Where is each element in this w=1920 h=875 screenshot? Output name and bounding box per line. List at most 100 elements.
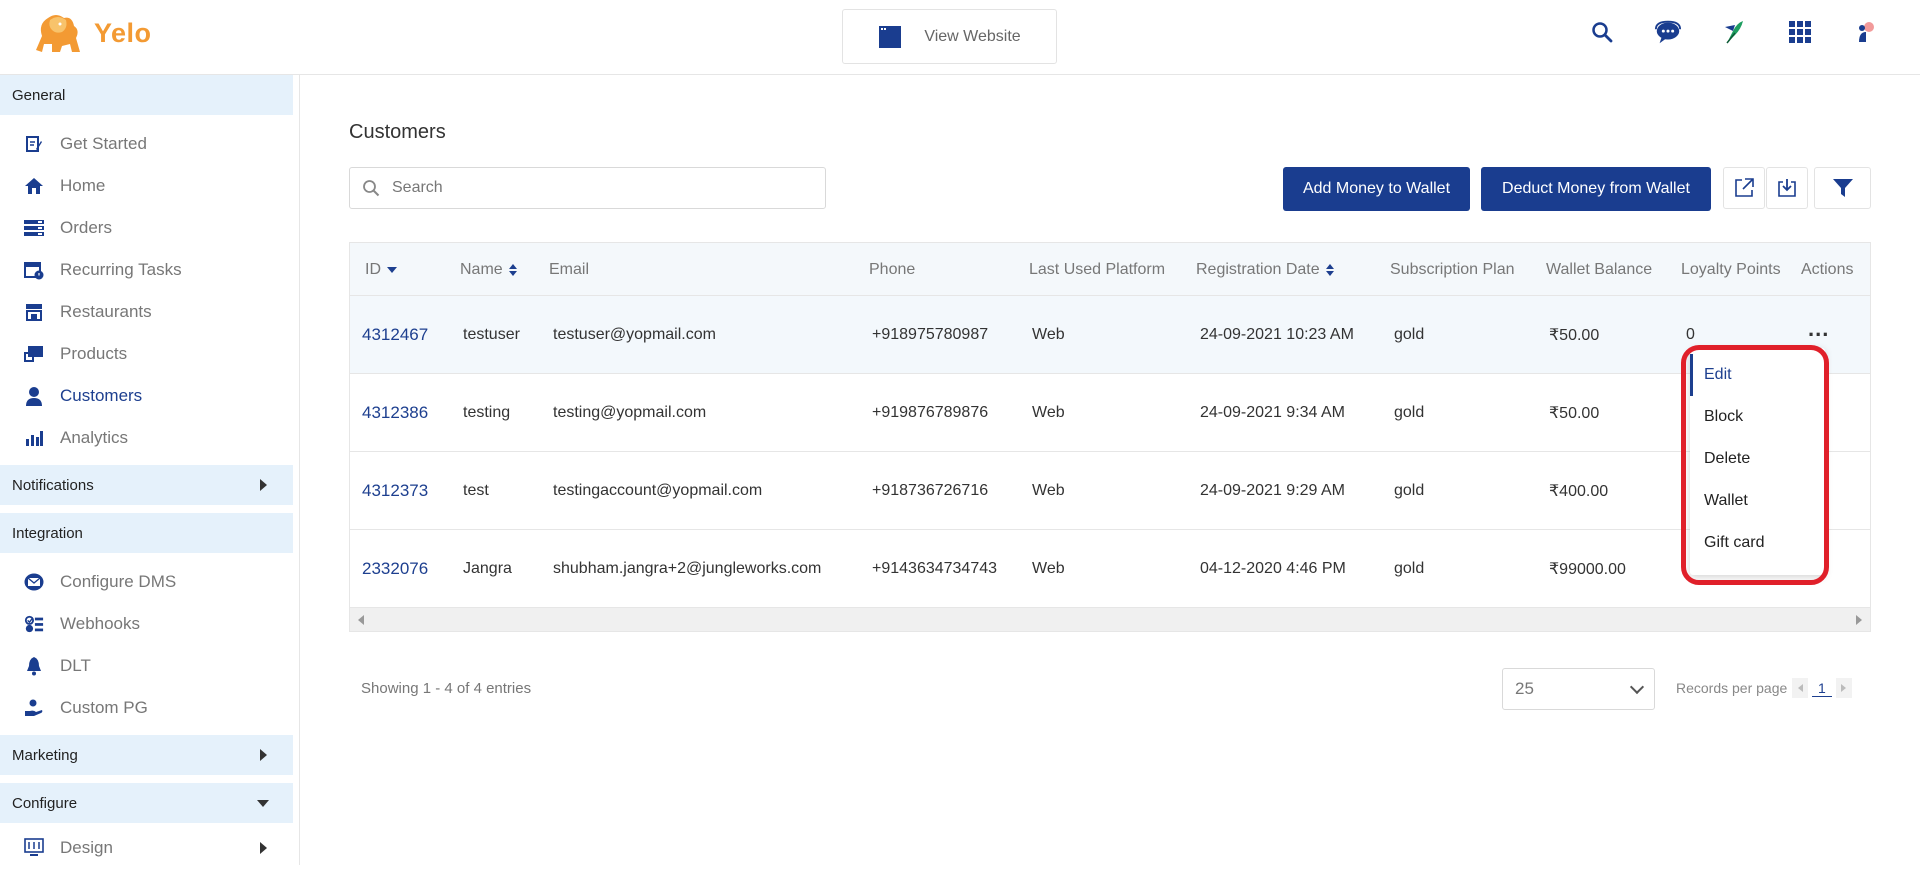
sidebar-item-webhooks[interactable]: Webhooks bbox=[0, 603, 299, 645]
sidebar-section-general[interactable]: General bbox=[0, 75, 293, 115]
scroll-left-icon[interactable] bbox=[358, 615, 364, 625]
table-row: 2332076 Jangra shubham.jangra+2@junglewo… bbox=[350, 530, 1870, 608]
column-header-wallet-balance: Wallet Balance bbox=[1546, 260, 1653, 278]
menu-item-block[interactable]: Block bbox=[1690, 396, 1825, 438]
section-label: General bbox=[12, 86, 66, 104]
sidebar-item-products[interactable]: Products bbox=[0, 333, 299, 375]
per-page-value: 25 bbox=[1515, 679, 1534, 698]
sidebar-section-integration[interactable]: Integration bbox=[0, 513, 293, 553]
cell-name: Jangra bbox=[463, 560, 512, 577]
cell-name: test bbox=[463, 482, 489, 499]
prev-page-button[interactable] bbox=[1792, 678, 1808, 698]
row-actions-dropdown: Edit Block Delete Wallet Gift card bbox=[1690, 348, 1825, 575]
add-money-to-wallet-button[interactable]: Add Money to Wallet bbox=[1283, 167, 1470, 211]
deduct-money-from-wallet-button[interactable]: Deduct Money from Wallet bbox=[1481, 167, 1711, 211]
search-icon[interactable] bbox=[1588, 18, 1616, 46]
sidebar-item-configure-dms[interactable]: Configure DMS bbox=[0, 561, 299, 603]
customer-id-link[interactable]: 2332076 bbox=[362, 530, 428, 608]
sidebar-item-label: Products bbox=[60, 344, 128, 363]
column-header-id[interactable]: ID bbox=[365, 243, 397, 296]
cell-registration-date: 24-09-2021 9:34 AM bbox=[1200, 404, 1345, 421]
sidebar-item-customers[interactable]: Customers bbox=[0, 375, 299, 417]
sidebar-item-analytics[interactable]: Analytics bbox=[0, 417, 299, 459]
sidebar-section-notifications[interactable]: Notifications bbox=[0, 465, 293, 505]
column-header-name[interactable]: Name bbox=[460, 243, 517, 296]
filter-funnel-icon bbox=[1832, 179, 1853, 197]
cell-wallet-balance: ₹50.00 bbox=[1549, 405, 1600, 422]
sidebar-item-recurring-tasks[interactable]: Recurring Tasks bbox=[0, 249, 299, 291]
menu-item-wallet[interactable]: Wallet bbox=[1690, 480, 1825, 522]
column-header-phone: Phone bbox=[869, 260, 916, 278]
scroll-right-icon[interactable] bbox=[1856, 615, 1862, 625]
export-button[interactable] bbox=[1723, 167, 1765, 209]
sidebar-item-get-started[interactable]: Get Started bbox=[0, 123, 299, 165]
customers-table: ID Name Email Phone Last Used Platform R… bbox=[349, 242, 1871, 632]
general-nav-group: Get Started Home Orders Recurring Tasks … bbox=[0, 115, 299, 465]
cell-subscription-plan: gold bbox=[1394, 560, 1425, 577]
external-link-icon bbox=[1735, 178, 1754, 197]
sidebar-item-label: Custom PG bbox=[60, 698, 148, 717]
column-header-actions: Actions bbox=[1801, 260, 1854, 278]
section-label: Notifications bbox=[12, 476, 94, 494]
caret-down-icon bbox=[257, 799, 269, 807]
cell-name: testuser bbox=[463, 326, 520, 343]
menu-item-edit[interactable]: Edit bbox=[1690, 354, 1825, 396]
cell-platform: Web bbox=[1032, 560, 1065, 577]
cell-registration-date: 04-12-2020 4:46 PM bbox=[1200, 560, 1346, 577]
cell-email: testing@yopmail.com bbox=[553, 404, 707, 421]
view-website-button[interactable]: View Website bbox=[842, 9, 1057, 64]
sidebar-item-home[interactable]: Home bbox=[0, 165, 299, 207]
cell-wallet-balance: ₹50.00 bbox=[1549, 327, 1600, 344]
customer-id-link[interactable]: 4312373 bbox=[362, 452, 428, 530]
customer-user-icon bbox=[24, 386, 44, 406]
cell-subscription-plan: gold bbox=[1394, 482, 1425, 499]
table-row: 4312386 testing testing@yopmail.com +919… bbox=[350, 374, 1870, 452]
more-dots-icon: ... bbox=[1808, 316, 1830, 341]
column-header-registration-date[interactable]: Registration Date bbox=[1196, 243, 1334, 296]
sidebar-item-custom-pg[interactable]: Custom PG bbox=[0, 687, 299, 729]
brand-logo[interactable]: Yelo bbox=[28, 8, 152, 58]
cell-subscription-plan: gold bbox=[1394, 326, 1425, 343]
sidebar-item-label: Orders bbox=[60, 218, 112, 237]
menu-item-delete[interactable]: Delete bbox=[1690, 438, 1825, 480]
search-input[interactable] bbox=[392, 179, 812, 197]
section-label: Integration bbox=[12, 524, 83, 542]
hand-payment-icon bbox=[24, 698, 44, 718]
sidebar-item-dlt[interactable]: DLT bbox=[0, 645, 299, 687]
horizontal-scrollbar[interactable] bbox=[350, 607, 1870, 631]
sidebar: General Get Started Home Orders Recurrin… bbox=[0, 75, 300, 865]
column-label: Registration Date bbox=[1196, 260, 1320, 278]
sidebar-item-design[interactable]: Design bbox=[0, 827, 299, 869]
next-page-button[interactable] bbox=[1835, 678, 1852, 698]
feather-icon[interactable] bbox=[1720, 18, 1748, 46]
customer-id-link[interactable]: 4312467 bbox=[362, 296, 428, 374]
cell-platform: Web bbox=[1032, 326, 1065, 343]
search-icon bbox=[363, 180, 380, 197]
download-button[interactable] bbox=[1766, 167, 1808, 209]
filter-button[interactable] bbox=[1814, 167, 1871, 209]
customer-id-link[interactable]: 4312386 bbox=[362, 374, 428, 452]
apps-grid-icon[interactable] bbox=[1786, 18, 1814, 46]
analytics-chart-icon bbox=[24, 428, 44, 448]
cell-registration-date: 24-09-2021 10:23 AM bbox=[1200, 326, 1354, 343]
browser-window-icon bbox=[879, 25, 902, 48]
table-header: ID Name Email Phone Last Used Platform R… bbox=[350, 243, 1870, 296]
chevron-down-icon bbox=[1629, 679, 1645, 694]
design-monitor-icon bbox=[24, 838, 44, 858]
sidebar-item-orders[interactable]: Orders bbox=[0, 207, 299, 249]
sidebar-section-configure[interactable]: Configure bbox=[0, 783, 293, 823]
menu-item-gift-card[interactable]: Gift card bbox=[1690, 522, 1825, 564]
page-number-button[interactable]: 1 bbox=[1812, 680, 1832, 697]
sidebar-item-restaurants[interactable]: Restaurants bbox=[0, 291, 299, 333]
column-header-subscription-plan: Subscription Plan bbox=[1390, 260, 1515, 278]
cell-wallet-balance: ₹400.00 bbox=[1549, 483, 1609, 500]
sidebar-section-marketing[interactable]: Marketing bbox=[0, 735, 293, 775]
search-box[interactable] bbox=[349, 167, 826, 209]
top-header: Yelo View Website bbox=[0, 0, 1920, 75]
chat-support-icon[interactable] bbox=[1654, 18, 1682, 46]
cell-email: shubham.jangra+2@jungleworks.com bbox=[553, 560, 822, 577]
profile-icon[interactable] bbox=[1852, 18, 1880, 46]
cell-phone: +9143634734743 bbox=[872, 560, 998, 577]
column-header-loyalty-points: Loyalty Points bbox=[1681, 260, 1781, 278]
records-per-page-select[interactable]: 25 bbox=[1502, 668, 1655, 710]
